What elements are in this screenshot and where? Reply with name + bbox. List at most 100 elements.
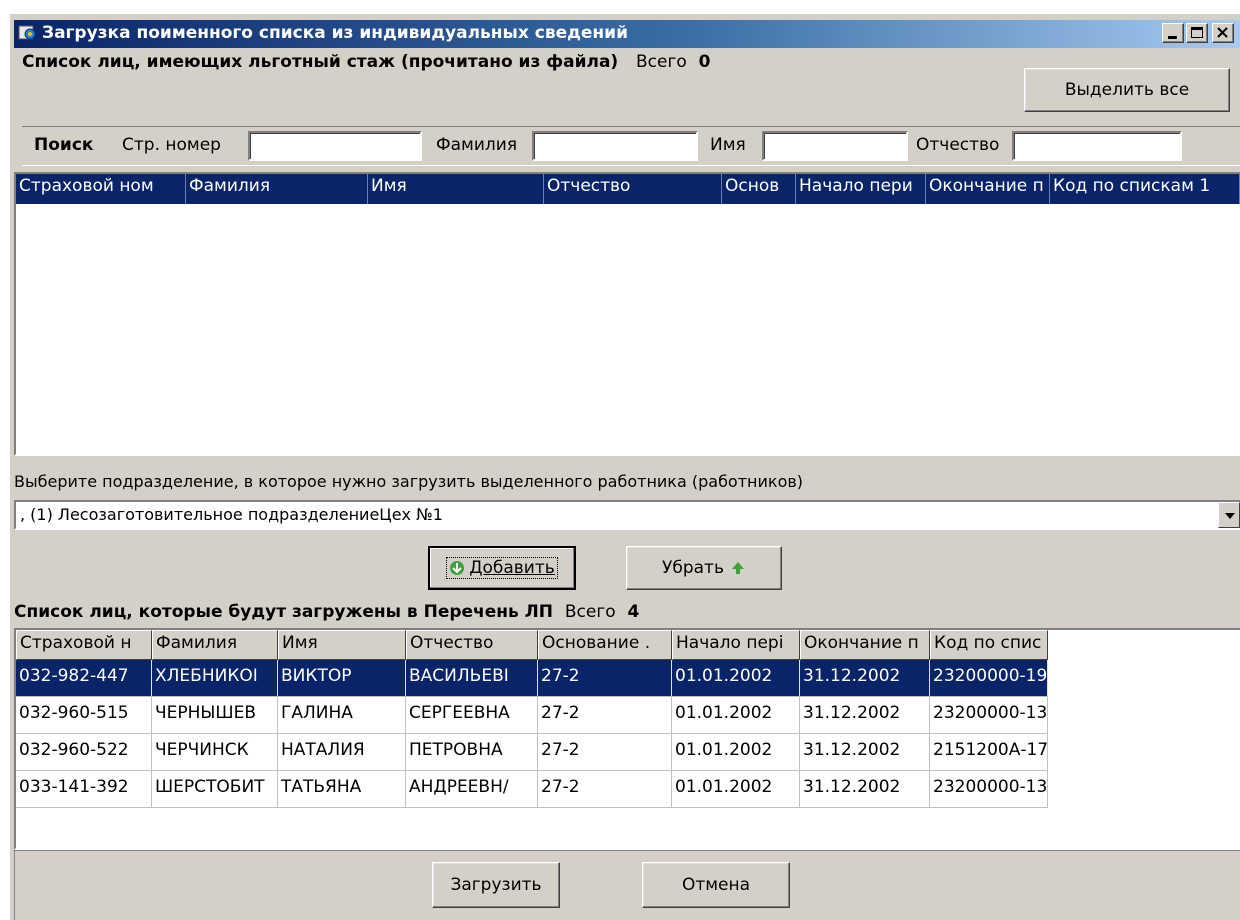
table-cell: НАТАЛИЯ bbox=[278, 734, 406, 770]
subdivision-prompt: Выберите подразделение, в которое нужно … bbox=[14, 472, 804, 491]
source-list-header: Список лиц, имеющих льготный стаж (прочи… bbox=[22, 52, 710, 72]
table-cell: ВАСИЛЬЕВІ bbox=[406, 660, 538, 696]
add-button[interactable]: Добавить bbox=[428, 546, 576, 590]
table-cell: ВИКТОР bbox=[278, 660, 406, 696]
footer-panel bbox=[14, 850, 1240, 920]
table-row[interactable]: 032-982-447 ХЛЕБНИКОІ ВИКТОР ВАСИЛЬЕВІ 27-2 0… bbox=[16, 660, 1048, 697]
target-column-header[interactable]: Имя bbox=[278, 630, 406, 660]
search-bar: Поиск Стр. номер Фамилия Имя Отчество bbox=[22, 126, 1240, 166]
middle-name-field[interactable] bbox=[1018, 136, 1176, 155]
remove-button-label: Убрать bbox=[662, 558, 724, 578]
source-table-header: Страховой ном Фамилия Имя Отчество Основ Нача… bbox=[16, 174, 1240, 204]
dropdown-arrow-icon[interactable] bbox=[1218, 502, 1240, 528]
target-table-header: Страховой н Фамилия Имя Отчество Основание .… bbox=[16, 630, 1048, 660]
window-title: Загрузка поименного списка из индивидуал… bbox=[42, 23, 628, 43]
table-cell: ЧЕРЧИНСК bbox=[152, 734, 278, 770]
first-name-label: Имя bbox=[710, 135, 746, 155]
search-label: Поиск bbox=[34, 135, 94, 155]
title-bar[interactable]: Загрузка поименного списка из индивидуал… bbox=[14, 20, 1240, 48]
target-list-title: Список лиц, которые будут загружены в Пе… bbox=[14, 602, 554, 622]
table-row[interactable]: 032-960-515 ЧЕРНЫШЕВ ГАЛИНА СЕРГЕЕВНА 27-2 01… bbox=[16, 697, 1048, 734]
app-icon bbox=[18, 23, 38, 43]
target-list-table[interactable]: Страховой н Фамилия Имя Отчество Основание .… bbox=[14, 628, 1240, 850]
table-cell: 01.01.2002 bbox=[672, 697, 800, 733]
last-name-input[interactable] bbox=[532, 131, 698, 161]
load-button[interactable]: Загрузить bbox=[432, 862, 560, 908]
source-column-header[interactable]: Отчество bbox=[544, 174, 722, 204]
arrow-up-icon bbox=[731, 562, 744, 574]
target-column-header[interactable]: Начало пері bbox=[672, 630, 800, 660]
source-column-header[interactable]: Страховой ном bbox=[16, 174, 186, 204]
middle-name-input[interactable] bbox=[1012, 131, 1182, 161]
table-cell: ХЛЕБНИКОІ bbox=[152, 660, 278, 696]
target-column-header[interactable]: Окончание п bbox=[800, 630, 930, 660]
first-name-input[interactable] bbox=[762, 131, 908, 161]
target-column-header[interactable]: Основание . bbox=[538, 630, 672, 660]
dialog-window: Загрузка поименного списка из индивидуал… bbox=[8, 12, 1240, 920]
table-cell: 31.12.2002 bbox=[800, 734, 930, 770]
table-cell: 27-2 bbox=[538, 660, 672, 696]
table-cell: 31.12.2002 bbox=[800, 660, 930, 696]
target-column-header[interactable]: Фамилия bbox=[152, 630, 278, 660]
table-cell: ЧЕРНЫШЕВ bbox=[152, 697, 278, 733]
table-row[interactable]: 033-141-392 ШЕРСТОБИТ ТАТЬЯНА АНДРЕЕВН/27-2… bbox=[16, 771, 1048, 808]
table-cell: 27-2 bbox=[538, 734, 672, 770]
table-cell: 032-960-515 bbox=[16, 697, 152, 733]
table-cell: 31.12.2002 bbox=[800, 771, 930, 807]
cancel-button[interactable]: Отмена bbox=[642, 862, 790, 908]
table-cell: 23200000-13 bbox=[930, 771, 1048, 807]
table-cell: 033-141-392 bbox=[16, 771, 152, 807]
source-column-header[interactable]: Код по спискам 1 bbox=[1050, 174, 1240, 204]
table-cell: 23200000-19 bbox=[930, 660, 1048, 696]
table-cell: 2151200А-17 bbox=[930, 734, 1048, 770]
subdivision-selected-value: , (1) Лесозаготовительное подразделениеЦ… bbox=[20, 505, 443, 524]
middle-name-label: Отчество bbox=[916, 135, 1000, 155]
minimize-button[interactable] bbox=[1162, 23, 1184, 43]
table-row[interactable]: 032-960-522 ЧЕРЧИНСК НАТАЛИЯ ПЕТРОВНА 27-2 01… bbox=[16, 734, 1048, 771]
source-column-header[interactable]: Окончание п bbox=[926, 174, 1050, 204]
target-table-body: 032-982-447 ХЛЕБНИКОІ ВИКТОР ВАСИЛЬЕВІ 27-2 0… bbox=[16, 660, 1048, 808]
target-column-header[interactable]: Отчество bbox=[406, 630, 538, 660]
target-column-header[interactable]: Код по спис bbox=[930, 630, 1048, 660]
target-total-label: Всего bbox=[564, 602, 616, 622]
table-cell: 01.01.2002 bbox=[672, 771, 800, 807]
first-name-field[interactable] bbox=[768, 136, 902, 155]
select-all-button[interactable]: Выделить все bbox=[1024, 68, 1230, 112]
table-cell: СЕРГЕЕВНА bbox=[406, 697, 538, 733]
table-cell: 01.01.2002 bbox=[672, 660, 800, 696]
target-total-value: 4 bbox=[627, 602, 640, 622]
source-total-value: 0 bbox=[698, 52, 711, 72]
insurance-number-field[interactable] bbox=[254, 136, 416, 155]
arrow-down-icon bbox=[450, 561, 465, 575]
table-cell: 27-2 bbox=[538, 771, 672, 807]
table-cell: 032-982-447 bbox=[16, 660, 152, 696]
table-cell: АНДРЕЕВН/ bbox=[406, 771, 538, 807]
add-button-label: Добавить bbox=[469, 558, 555, 578]
last-name-label: Фамилия bbox=[436, 135, 518, 155]
table-cell: 01.01.2002 bbox=[672, 734, 800, 770]
table-cell: 23200000-13 bbox=[930, 697, 1048, 733]
source-list-title: Список лиц, имеющих льготный стаж (прочи… bbox=[22, 52, 619, 72]
maximize-button[interactable] bbox=[1186, 23, 1208, 43]
table-cell: 27-2 bbox=[538, 697, 672, 733]
source-list-table[interactable]: Страховой ном Фамилия Имя Отчество Основ Нача… bbox=[14, 172, 1240, 456]
last-name-field[interactable] bbox=[538, 136, 692, 155]
table-cell: 31.12.2002 bbox=[800, 697, 930, 733]
source-column-header[interactable]: Фамилия bbox=[186, 174, 368, 204]
insurance-number-input[interactable] bbox=[248, 131, 422, 161]
source-column-header[interactable]: Имя bbox=[368, 174, 544, 204]
subdivision-select[interactable]: , (1) Лесозаготовительное подразделениеЦ… bbox=[14, 500, 1240, 530]
table-cell: ШЕРСТОБИТ bbox=[152, 771, 278, 807]
table-cell: ГАЛИНА bbox=[278, 697, 406, 733]
target-list-header: Список лиц, которые будут загружены в Пе… bbox=[14, 602, 639, 622]
source-column-header[interactable]: Основ bbox=[722, 174, 796, 204]
table-cell: 032-960-522 bbox=[16, 734, 152, 770]
source-column-header[interactable]: Начало пери bbox=[796, 174, 926, 204]
table-cell: ТАТЬЯНА bbox=[278, 771, 406, 807]
close-button[interactable] bbox=[1212, 23, 1234, 43]
table-cell: ПЕТРОВНА bbox=[406, 734, 538, 770]
target-column-header[interactable]: Страховой н bbox=[16, 630, 152, 660]
source-total-label: Всего bbox=[635, 52, 687, 72]
remove-button[interactable]: Убрать bbox=[626, 546, 782, 590]
insurance-number-label: Стр. номер bbox=[122, 135, 221, 155]
